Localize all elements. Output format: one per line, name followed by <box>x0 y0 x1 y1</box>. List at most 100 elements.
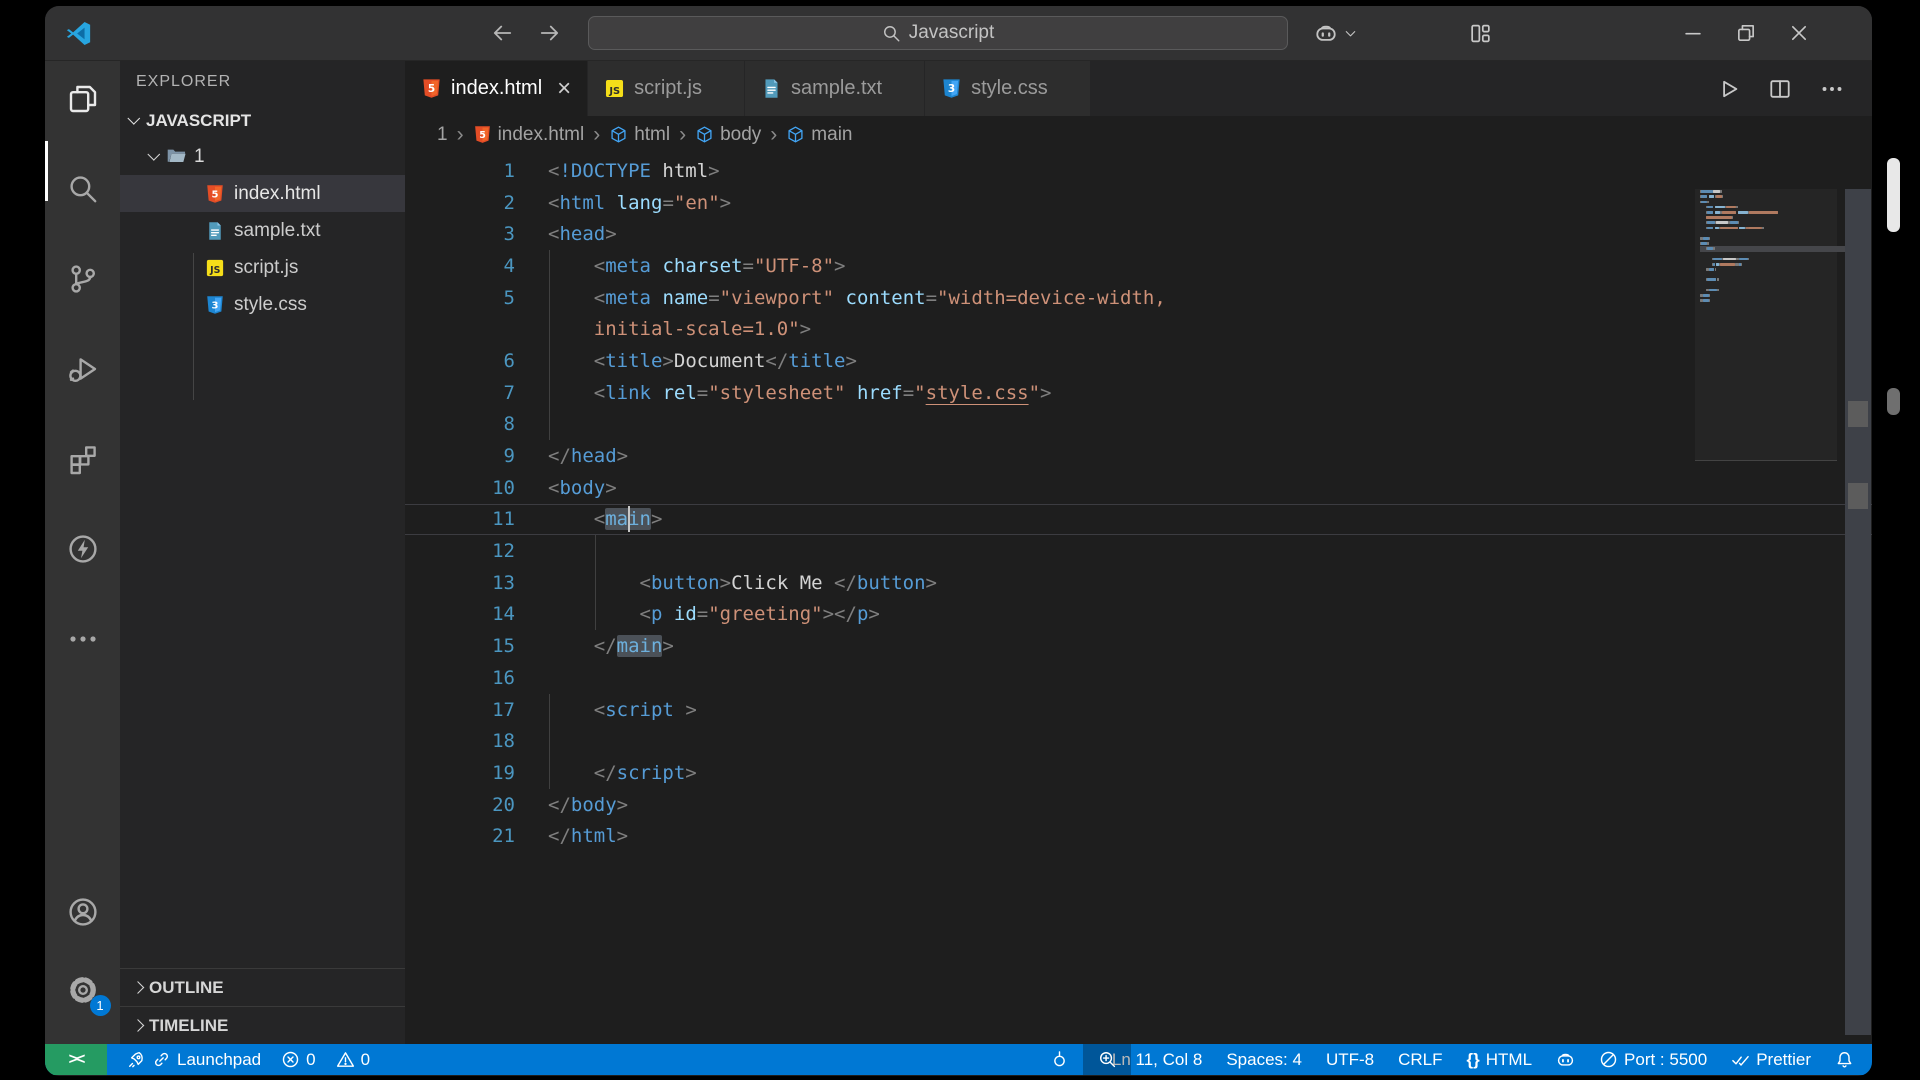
activitybar-settings[interactable]: 1 <box>59 966 111 1016</box>
status-indentation[interactable]: Spaces: 4 <box>1226 1050 1302 1070</box>
code-line-5[interactable]: 5 <meta name="viewport" content="width=d… <box>405 281 1872 314</box>
file-item-script.js[interactable]: JS script.js <box>120 249 405 286</box>
code-line-16[interactable]: 16 <box>405 662 1872 694</box>
status-live-server-port[interactable]: Port : 5500 <box>1599 1050 1707 1070</box>
code-line-2[interactable]: 2 <html lang="en"> <box>405 187 1872 219</box>
status-launchpad[interactable]: Launchpad <box>127 1050 261 1070</box>
tab-script.js[interactable]: JS script.js <box>588 61 745 116</box>
activitybar-search[interactable] <box>59 165 107 213</box>
chevron-right-icon <box>131 981 145 994</box>
editor-group: 5 index.html × JS script.js sample.txt 3 style.… <box>405 61 1872 1044</box>
minimize-icon[interactable] <box>1682 22 1704 44</box>
code-line-20[interactable]: 20 </body> <box>405 789 1872 821</box>
cube-icon <box>786 125 805 144</box>
restore-icon[interactable] <box>1735 22 1757 44</box>
code-line-1[interactable]: 1 <!DOCTYPE html> <box>405 155 1872 187</box>
code-line-9[interactable]: 9 </head> <box>405 440 1872 472</box>
split-editor-icon[interactable] <box>1768 77 1792 101</box>
status-errors[interactable]: 0 <box>281 1050 316 1070</box>
minimap[interactable] <box>1700 189 1846 303</box>
editor-scrollbar[interactable] <box>1845 189 1871 1035</box>
copilot-menu[interactable] <box>1314 21 1358 45</box>
status-bar: >< Launchpad 0 0 Ln 11, Col 8 Spaces: 4 UTF-… <box>45 1044 1872 1075</box>
tab-index.html[interactable]: 5 index.html × <box>405 61 589 116</box>
code-editor[interactable]: 1 <!DOCTYPE html> 2 <html lang="en"> 3 <head>… <box>405 153 1872 1044</box>
status-zoom-control[interactable] <box>1083 1044 1131 1075</box>
status-language-mode[interactable]: {} HTML <box>1467 1050 1533 1070</box>
code-line-12[interactable]: 12 <box>405 535 1872 567</box>
activitybar-thunder-client[interactable] <box>59 525 107 573</box>
activitybar-explorer[interactable] <box>59 75 107 123</box>
code-line-4[interactable]: 4 <meta charset="UTF-8"> <box>405 250 1872 282</box>
code-line-21[interactable]: 21 </html> <box>405 820 1872 852</box>
html5-icon: 5 <box>473 125 492 144</box>
code-line-14[interactable]: 14 <p id="greeting"></p> <box>405 598 1872 631</box>
html5-icon: 5 <box>421 78 442 99</box>
status-copilot-status[interactable] <box>1556 1050 1575 1069</box>
tab-sample.txt[interactable]: sample.txt <box>744 61 926 116</box>
run-icon[interactable] <box>1716 77 1740 101</box>
code-line-8[interactable]: 8 <box>405 408 1872 441</box>
code-line-7[interactable]: 7 <link rel="stylesheet" href="style.css… <box>405 376 1872 409</box>
breadcrumb-item-body[interactable]: body <box>695 124 761 146</box>
more-actions-icon[interactable] <box>1820 77 1844 101</box>
settings-badge: 1 <box>89 995 111 1016</box>
copilot-icon <box>1556 1050 1575 1069</box>
file-item-style.css[interactable]: 3 style.css <box>120 286 405 323</box>
code-line-19[interactable]: 19 </script> <box>405 757 1872 789</box>
tab-style.css[interactable]: 3 style.css <box>925 61 1091 116</box>
rocket-icon <box>127 1050 146 1069</box>
status-notifications[interactable] <box>1835 1050 1854 1069</box>
code-line-15[interactable]: 15 </main> <box>405 630 1872 662</box>
status-prettier[interactable]: Prettier <box>1731 1050 1811 1070</box>
code-line-3[interactable]: 3 <head> <box>405 218 1872 250</box>
code-line-5-wrap[interactable]: initial-scale=1.0"> <box>405 313 1872 346</box>
activitybar-account[interactable] <box>59 888 107 936</box>
customize-layout-icon[interactable] <box>1469 22 1492 45</box>
breadcrumb-item-html[interactable]: html <box>609 124 670 146</box>
file-item-index.html[interactable]: 5 index.html <box>120 175 405 212</box>
active-view-indicator <box>45 141 48 201</box>
status-port-indicator[interactable] <box>1050 1050 1069 1069</box>
status-encoding[interactable]: UTF-8 <box>1326 1050 1374 1070</box>
code-line-17[interactable]: 17 <script > <box>405 693 1872 726</box>
toggle-sidebar-right-icon[interactable] <box>1619 22 1642 45</box>
activitybar-more-views[interactable] <box>59 615 107 663</box>
toggle-sidebar-left-icon[interactable] <box>1519 22 1542 45</box>
workspace-section[interactable]: JAVASCRIPT <box>120 103 405 138</box>
lightning-icon <box>67 533 99 565</box>
breadcrumb-item-1[interactable]: 1 <box>437 124 448 146</box>
svg-text:JS: JS <box>609 86 621 97</box>
close-tab-icon[interactable]: × <box>557 76 571 101</box>
breadcrumb-item-main[interactable]: main <box>786 124 852 146</box>
explorer-more-icon[interactable] <box>369 72 389 92</box>
error-circle-icon <box>281 1050 300 1069</box>
file-item-sample.txt[interactable]: sample.txt <box>120 212 405 249</box>
code-line-18[interactable]: 18 <box>405 725 1872 758</box>
panel-outline[interactable]: OUTLINE <box>120 968 405 1006</box>
code-line-11[interactable]: 11 <main> <box>405 503 1872 536</box>
panel-timeline[interactable]: TIMELINE <box>120 1006 405 1044</box>
activitybar-run-and-debug[interactable] <box>59 345 107 393</box>
search-icon <box>67 173 99 205</box>
code-line-10[interactable]: 10 <body> <box>405 472 1872 504</box>
activitybar-source-control[interactable] <box>59 255 107 303</box>
sidebar-explorer: EXPLORER JAVASCRIPT 1 5 index.html sample.… <box>120 61 405 1044</box>
back-icon[interactable] <box>490 21 514 45</box>
outer-scrollbar-mark <box>1887 388 1900 415</box>
status-warnings[interactable]: 0 <box>336 1050 370 1070</box>
cube-icon <box>609 125 628 144</box>
toggle-panel-icon[interactable] <box>1569 22 1592 45</box>
folder-item[interactable]: 1 <box>120 138 405 175</box>
remote-indicator[interactable]: >< <box>45 1044 107 1075</box>
code-line-6[interactable]: 6 <title>Document</title> <box>405 345 1872 377</box>
breadcrumb[interactable]: 1 › 5 index.html › html › body › main <box>405 116 1872 153</box>
activitybar-extensions[interactable] <box>59 435 107 483</box>
breadcrumb-item-index.html[interactable]: 5 index.html <box>473 124 584 146</box>
code-line-13[interactable]: 13 <button>Click Me </button> <box>405 566 1872 599</box>
menu-hamburger-icon[interactable] <box>134 20 160 46</box>
command-center-search[interactable]: Javascript <box>588 16 1288 50</box>
close-icon[interactable] <box>1788 22 1810 44</box>
status-eol[interactable]: CRLF <box>1398 1050 1442 1070</box>
forward-icon[interactable] <box>538 21 562 45</box>
